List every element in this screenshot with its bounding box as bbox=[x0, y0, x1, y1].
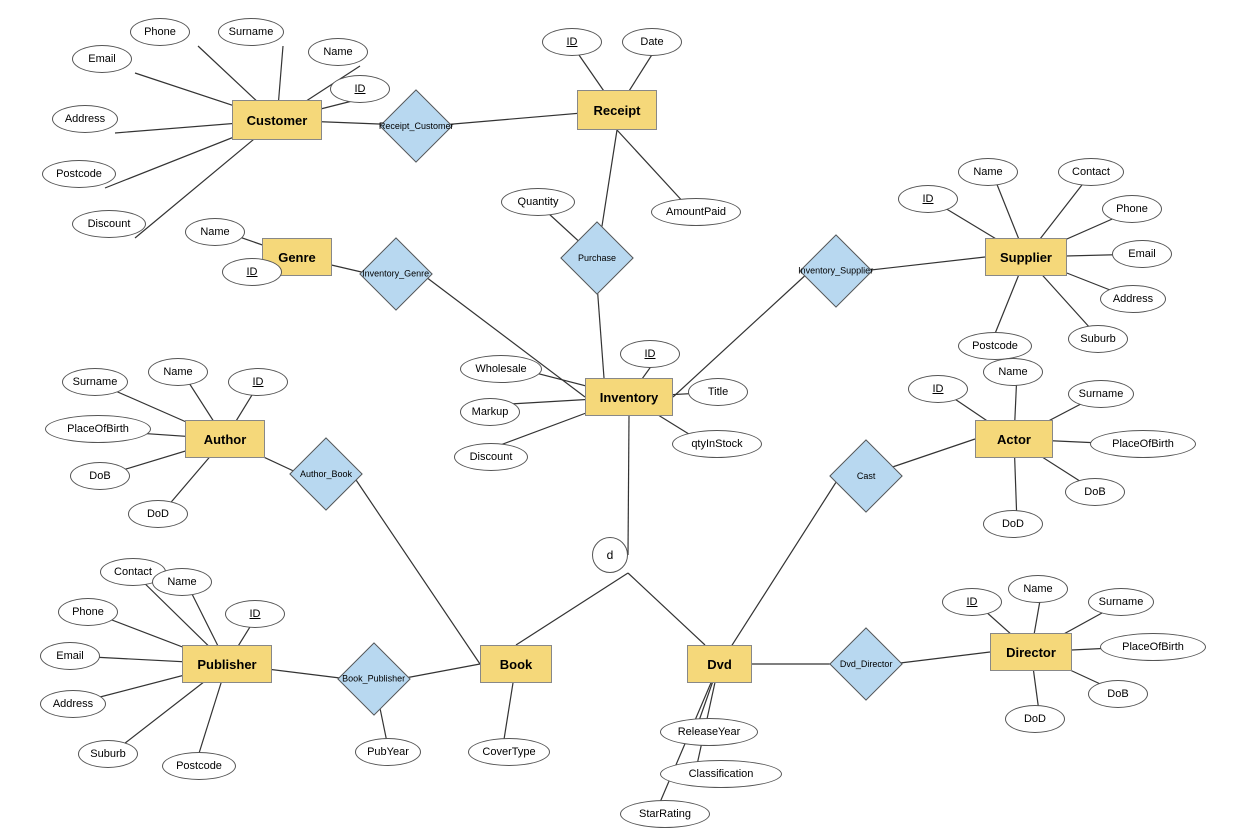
attr-discount: Discount bbox=[454, 443, 528, 471]
entity-author: Author bbox=[185, 420, 265, 458]
attr-postcode: Postcode bbox=[958, 332, 1032, 360]
attr-address: Address bbox=[40, 690, 106, 718]
attr-markup: Markup bbox=[460, 398, 520, 426]
attr-title: Title bbox=[688, 378, 748, 406]
er-diagram-canvas: CustomerReceiptGenreSupplierInventoryAut… bbox=[0, 0, 1245, 826]
attr-id: ID bbox=[222, 258, 282, 286]
circle-node-d_node: d bbox=[592, 537, 628, 573]
attr-name: Name bbox=[1008, 575, 1068, 603]
attr-discount: Discount bbox=[72, 210, 146, 238]
attr-name: Name bbox=[148, 358, 208, 386]
relation-inventory-genre: Inventory_Genre bbox=[359, 237, 433, 311]
attr-dob: DoB bbox=[1065, 478, 1125, 506]
entity-actor: Actor bbox=[975, 420, 1053, 458]
attr-amountpaid: AmountPaid bbox=[651, 198, 741, 226]
entity-dvd: Dvd bbox=[687, 645, 752, 683]
attr-suburb: Suburb bbox=[1068, 325, 1128, 353]
attr-dod: DoD bbox=[983, 510, 1043, 538]
relation-author-book: Author_Book bbox=[289, 437, 363, 511]
attr-phone: Phone bbox=[130, 18, 190, 46]
attr-id: ID bbox=[542, 28, 602, 56]
attr-email: Email bbox=[40, 642, 100, 670]
relation-receipt-customer: Receipt_Customer bbox=[379, 89, 453, 163]
entity-publisher: Publisher bbox=[182, 645, 272, 683]
attr-dob: DoB bbox=[1088, 680, 1148, 708]
attr-id: ID bbox=[898, 185, 958, 213]
attr-phone: Phone bbox=[1102, 195, 1162, 223]
attr-postcode: Postcode bbox=[42, 160, 116, 188]
attr-contact: Contact bbox=[1058, 158, 1124, 186]
entity-book: Book bbox=[480, 645, 552, 683]
attr-phone: Phone bbox=[58, 598, 118, 626]
attr-placeofbirth: PlaceOfBirth bbox=[45, 415, 151, 443]
entity-inventory: Inventory bbox=[585, 378, 673, 416]
attr-wholesale: Wholesale bbox=[460, 355, 542, 383]
attr-address: Address bbox=[52, 105, 118, 133]
attr-name: Name bbox=[152, 568, 212, 596]
attr-id: ID bbox=[225, 600, 285, 628]
entity-supplier: Supplier bbox=[985, 238, 1067, 276]
attr-dob: DoB bbox=[70, 462, 130, 490]
attr-name: Name bbox=[983, 358, 1043, 386]
attr-name: Name bbox=[958, 158, 1018, 186]
attr-qtyinstock: qtyInStock bbox=[672, 430, 762, 458]
attr-releaseyear: ReleaseYear bbox=[660, 718, 758, 746]
relation-cast: Cast bbox=[829, 439, 903, 513]
attr-covertype: CoverType bbox=[468, 738, 550, 766]
attr-id: ID bbox=[942, 588, 1002, 616]
attr-dod: DoD bbox=[1005, 705, 1065, 733]
entity-receipt: Receipt bbox=[577, 90, 657, 130]
attr-surname: Surname bbox=[1088, 588, 1154, 616]
attr-id: ID bbox=[330, 75, 390, 103]
attr-dod: DoD bbox=[128, 500, 188, 528]
attr-id: ID bbox=[620, 340, 680, 368]
relation-inventory-supplier: Inventory_Supplier bbox=[799, 234, 873, 308]
entity-customer: Customer bbox=[232, 100, 322, 140]
attr-suburb: Suburb bbox=[78, 740, 138, 768]
attr-name: Name bbox=[185, 218, 245, 246]
attr-placeofbirth: PlaceOfBirth bbox=[1100, 633, 1206, 661]
attr-id: ID bbox=[228, 368, 288, 396]
attr-name: Name bbox=[308, 38, 368, 66]
attr-date: Date bbox=[622, 28, 682, 56]
attr-placeofbirth: PlaceOfBirth bbox=[1090, 430, 1196, 458]
attr-surname: Surname bbox=[1068, 380, 1134, 408]
attr-classification: Classification bbox=[660, 760, 782, 788]
attr-pubyear: PubYear bbox=[355, 738, 421, 766]
relation-purchase: Purchase bbox=[560, 221, 634, 295]
attr-email: Email bbox=[72, 45, 132, 73]
attr-id: ID bbox=[908, 375, 968, 403]
attr-surname: Surname bbox=[62, 368, 128, 396]
relation-dvd-director: Dvd_Director bbox=[829, 627, 903, 701]
entity-director: Director bbox=[990, 633, 1072, 671]
attr-surname: Surname bbox=[218, 18, 284, 46]
attr-email: Email bbox=[1112, 240, 1172, 268]
attr-quantity: Quantity bbox=[501, 188, 575, 216]
attr-address: Address bbox=[1100, 285, 1166, 313]
relation-book-publisher: Book_Publisher bbox=[337, 642, 411, 716]
attr-starrating: StarRating bbox=[620, 800, 710, 828]
attr-postcode: Postcode bbox=[162, 752, 236, 780]
